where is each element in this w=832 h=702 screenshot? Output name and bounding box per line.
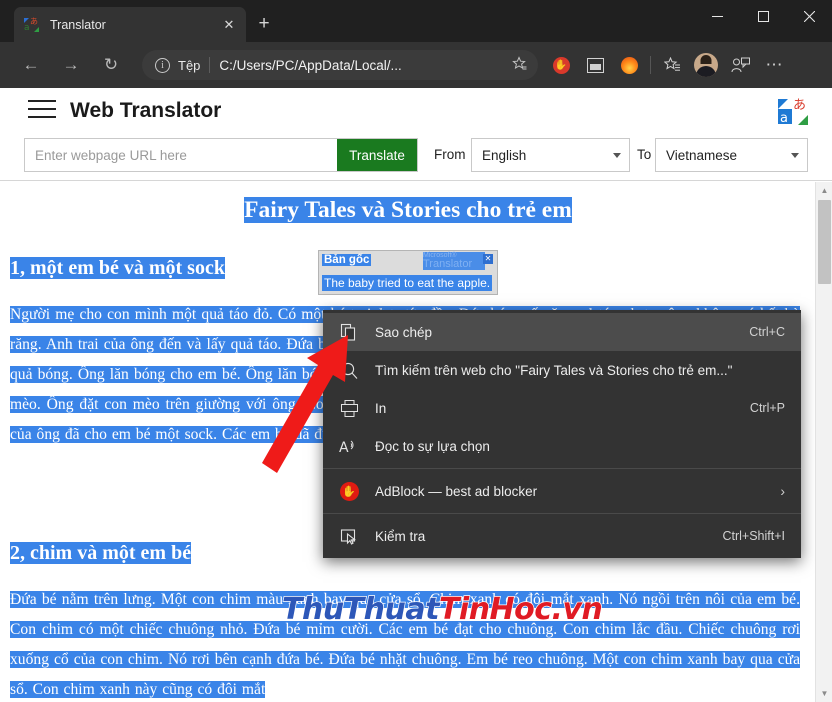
header-divider	[0, 180, 832, 181]
article-title-text: Fairy Tales và Stories cho trẻ em	[244, 197, 572, 223]
from-label: From	[434, 147, 466, 162]
title-bar: a あ Translator ✕ +	[0, 0, 832, 42]
webpage-url-input[interactable]	[25, 139, 337, 171]
context-menu[interactable]: Sao chép Ctrl+C Tìm kiếm trên web cho "Fai…	[323, 310, 801, 558]
fire-icon[interactable]	[612, 49, 646, 81]
app-menu-icon[interactable]	[28, 100, 56, 122]
url-input-wrapper: Translate	[24, 138, 418, 172]
tooltip-original-label: Bản gốc	[322, 254, 372, 266]
svg-text:あ: あ	[793, 98, 806, 113]
context-menu-item-label: In	[375, 400, 387, 416]
window-minimize-button[interactable]	[694, 0, 740, 32]
context-menu-item-label: Tìm kiếm trên web cho "Fairy Tales và St…	[375, 362, 733, 378]
print-icon	[323, 399, 375, 418]
share-icon[interactable]	[723, 49, 757, 81]
read-aloud-icon: A	[323, 437, 375, 456]
tab-close-icon[interactable]: ✕	[218, 14, 240, 36]
address-url-text[interactable]: C:/Users/PC/AppData/Local/...	[219, 58, 506, 73]
translate-button[interactable]: Translate	[337, 139, 417, 171]
reload-icon[interactable]: ↻	[94, 49, 128, 81]
favorite-star-icon[interactable]	[512, 55, 528, 75]
context-menu-item-shortcut: Ctrl+C	[749, 325, 785, 339]
vertical-scrollbar[interactable]: ▲ ▼	[815, 182, 832, 702]
tab-title: Translator	[50, 17, 106, 32]
scrollbar-thumb[interactable]	[818, 200, 831, 284]
article-heading-2-text: 2, chim và một em bé	[10, 542, 192, 564]
address-bar[interactable]: i Tệp C:/Users/PC/AppData/Local/...	[142, 50, 538, 80]
translator-tooltip[interactable]: Bản gốc Microsoft® Translator ✕ The baby…	[318, 250, 498, 295]
forward-icon[interactable]: →	[54, 49, 88, 81]
tooltip-close-icon[interactable]: ✕	[483, 254, 493, 264]
chevron-down-icon	[791, 152, 799, 158]
split-screen-icon[interactable]	[578, 49, 612, 81]
context-menu-item-4[interactable]: ✋ AdBlock — best ad blocker ›	[323, 472, 801, 510]
article-heading-2: 2, chim và một em bé	[10, 542, 192, 565]
back-icon[interactable]: ←	[14, 49, 48, 81]
microsoft-translator-logo-icon: a あ	[776, 96, 810, 128]
context-menu-item-shortcut: Ctrl+P	[749, 401, 785, 415]
svg-text:あ: あ	[30, 17, 38, 26]
address-scheme-label: Tệp	[178, 57, 201, 73]
window-close-button[interactable]	[786, 0, 832, 32]
profile-avatar[interactable]	[689, 49, 723, 81]
svg-text:A: A	[339, 440, 349, 456]
page-title: Web Translator	[70, 99, 222, 122]
context-menu-item-label: Đọc to sự lựa chọn	[375, 438, 490, 454]
inspect-icon	[323, 527, 375, 546]
copy-icon	[323, 323, 375, 342]
article-heading-1: 1, một em bé và một sock	[10, 257, 225, 280]
svg-text:a: a	[24, 23, 30, 33]
context-menu-item-label: AdBlock — best ad blocker	[375, 483, 538, 499]
svg-text:a: a	[780, 111, 788, 126]
context-menu-item-2[interactable]: In Ctrl+P	[323, 389, 801, 427]
context-menu-item-label: Sao chép	[375, 324, 433, 340]
watermark: ThuThuatTinHoc.vn	[281, 591, 603, 627]
window-maximize-button[interactable]	[740, 0, 786, 32]
context-menu-separator	[323, 513, 801, 514]
tooltip-brand-line2: Translator	[423, 258, 473, 270]
navigation-toolbar: ← → ↻ i Tệp C:/Users/PC/AppData/Local/..…	[0, 42, 832, 88]
context-menu-item-shortcut: Ctrl+Shift+I	[722, 529, 785, 543]
from-language-value: English	[482, 147, 527, 163]
context-menu-item-3[interactable]: A Đọc to sự lựa chọn	[323, 427, 801, 465]
context-menu-item-label: Kiểm tra	[375, 528, 426, 544]
new-tab-button[interactable]: +	[251, 11, 277, 37]
toolbar-divider	[650, 56, 651, 74]
from-language-select[interactable]: English	[471, 138, 630, 172]
article-title: Fairy Tales và Stories cho trẻ em	[218, 196, 598, 225]
chevron-down-icon	[613, 152, 621, 158]
translator-favicon-icon: a あ	[23, 16, 40, 33]
adblock-hand-icon: ✋	[552, 56, 570, 74]
adblock-toolbar-icon[interactable]: ✋	[544, 49, 578, 81]
context-menu-item-0[interactable]: Sao chép Ctrl+C	[323, 313, 801, 351]
chevron-right-icon: ›	[780, 483, 785, 499]
article-heading-1-text: 1, một em bé và một sock	[10, 257, 225, 279]
context-menu-item-1[interactable]: Tìm kiếm trên web cho "Fairy Tales và St…	[323, 351, 801, 389]
browser-window: a あ Translator ✕ + ← → ↻ i Tệp C:/Users/…	[0, 0, 832, 702]
watermark-part-1: ThuThuat	[281, 591, 440, 627]
to-language-select[interactable]: Vietnamese	[655, 138, 808, 172]
more-options-icon[interactable]: ⋯	[757, 49, 791, 81]
context-menu-separator	[323, 468, 801, 469]
search-icon	[323, 361, 375, 380]
adblock-icon: ✋	[323, 481, 375, 501]
address-divider	[209, 57, 211, 73]
tooltip-translated-text: The baby tried to eat the apple.	[322, 275, 493, 291]
site-info-icon[interactable]: i	[155, 57, 170, 73]
context-menu-item-5[interactable]: Kiểm tra Ctrl+Shift+I	[323, 517, 801, 555]
avatar	[694, 53, 718, 77]
scroll-down-icon[interactable]: ▼	[816, 685, 832, 702]
collections-icon[interactable]	[655, 49, 689, 81]
fire-glyph	[620, 56, 638, 74]
to-language-value: Vietnamese	[666, 147, 738, 163]
tooltip-brand: Microsoft® Translator	[423, 252, 485, 270]
translate-controls: Translate From English To Vietnamese	[0, 138, 832, 174]
browser-tab[interactable]: a あ Translator ✕	[14, 7, 246, 42]
watermark-part-2: TinHoc.vn	[438, 591, 603, 627]
scroll-up-icon[interactable]: ▲	[816, 182, 832, 199]
to-label: To	[637, 147, 652, 162]
